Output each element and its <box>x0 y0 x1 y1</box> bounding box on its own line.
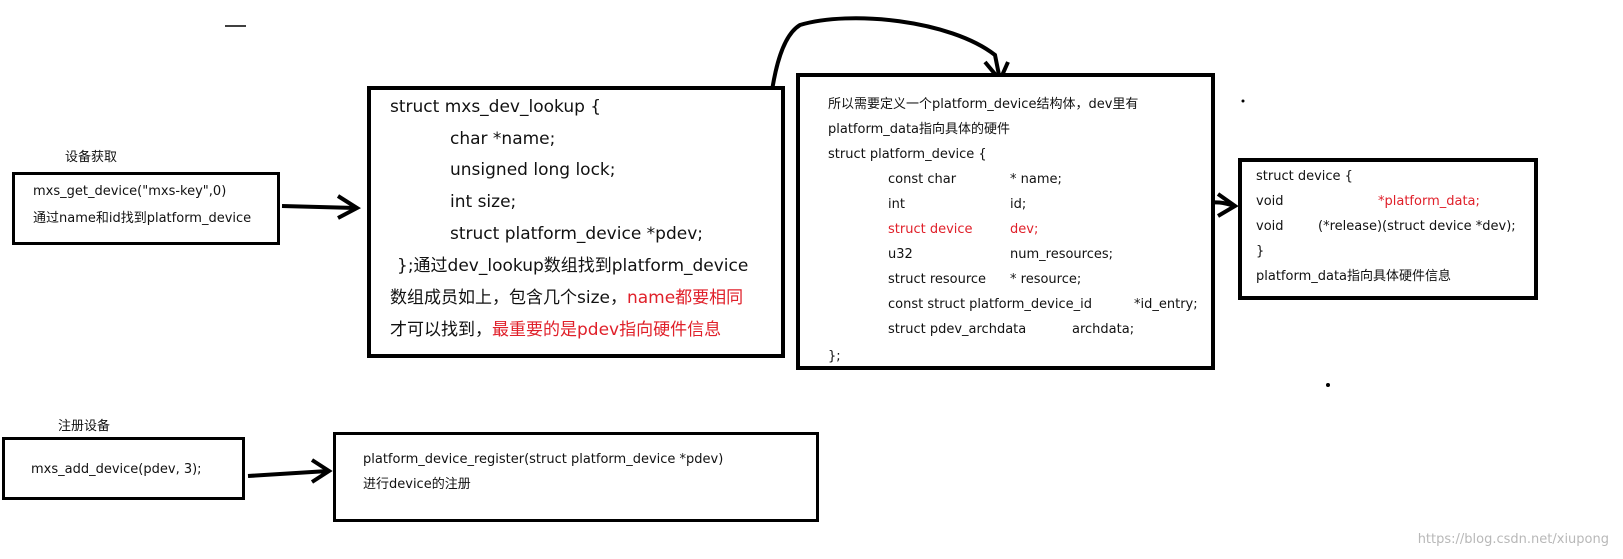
highlight-text: name都要相同 <box>626 288 744 308</box>
register-call: platform_device_register(struct platform… <box>363 452 724 467</box>
code-line: } <box>1256 244 1265 259</box>
field-name: id; <box>1010 197 1027 212</box>
get-device-call: mxs_get_device("mxs-key",0) <box>33 184 227 199</box>
lookup-struct-box: struct mxs_dev_lookup { char *name; unsi… <box>367 86 785 358</box>
field-name: * name; <box>1010 172 1062 187</box>
device-struct-box: struct device { void *platform_data; voi… <box>1238 158 1538 300</box>
field-type: struct resource <box>888 272 987 287</box>
add-device-call: mxs_add_device(pdev, 3); <box>31 462 202 477</box>
field-type: void <box>1256 219 1284 234</box>
code-line: };通过dev_lookup数组找到platform_device <box>397 256 749 276</box>
field-type: const char <box>888 172 957 187</box>
get-section-label: 设备获取 <box>65 150 118 165</box>
field-name: num_resources; <box>1010 247 1114 262</box>
field-name: dev; <box>1010 222 1039 237</box>
add-device-box: mxs_add_device(pdev, 3); <box>2 437 245 500</box>
register-box: platform_device_register(struct platform… <box>333 432 819 522</box>
get-device-desc: 通过name和id找到platform_device <box>33 211 252 226</box>
code-line: struct device { <box>1256 169 1353 184</box>
code-line: int size; <box>450 192 517 212</box>
register-section-label: 注册设备 <box>58 419 111 434</box>
highlight-text: 最重要的是pdev指向硬件信息 <box>492 320 722 340</box>
diagram-canvas: 设备获取 mxs_get_device("mxs-key",0) 通过name和… <box>0 0 1623 559</box>
text: 才可以找到， <box>390 320 492 340</box>
text: 数组成员如上，包含几个size， <box>390 288 627 308</box>
field-type: const struct platform_device_id <box>888 297 1092 312</box>
dot <box>1326 383 1330 387</box>
dot <box>1241 99 1245 103</box>
field-type: void <box>1256 194 1284 209</box>
field-name: * resource; <box>1010 272 1082 287</box>
field-name: *id_entry; <box>1134 297 1198 312</box>
field-name: (*release)(struct device *dev); <box>1318 219 1516 234</box>
field-type: struct device <box>888 222 973 237</box>
field-type: struct pdev_archdata <box>888 322 1027 337</box>
watermark: https://blog.csdn.net/xiupong <box>1417 532 1609 547</box>
arrow-add-to-register <box>247 458 333 484</box>
note-line: platform_data指向具体的硬件 <box>828 122 1011 137</box>
code-line: char *name; <box>450 129 556 149</box>
note-line: 所以需要定义一个platform_device结构体，dev里有 <box>828 97 1139 112</box>
field-name: *platform_data; <box>1378 194 1480 209</box>
code-line: unsigned long lock; <box>450 160 616 180</box>
code-line: }; <box>828 349 841 364</box>
get-device-box: mxs_get_device("mxs-key",0) 通过name和id找到p… <box>12 172 280 245</box>
register-desc: 进行device的注册 <box>363 477 471 492</box>
code-line: 才可以找到，最重要的是pdev指向硬件信息 <box>390 322 721 339</box>
code-line: struct platform_device { <box>828 147 987 162</box>
code-line: 数组成员如上，包含几个size，name都要相同 <box>390 290 743 307</box>
note-line: platform_data指向具体硬件信息 <box>1256 269 1452 284</box>
code-line: struct mxs_dev_lookup { <box>390 97 602 117</box>
code-line-pdev: struct platform_device *pdev; <box>450 224 704 244</box>
arrow-get-to-lookup <box>281 194 361 220</box>
field-type: int <box>888 197 905 212</box>
field-type: u32 <box>888 247 913 262</box>
platform-device-box: 所以需要定义一个platform_device结构体，dev里有 platfor… <box>796 73 1215 370</box>
field-name: archdata; <box>1072 322 1135 337</box>
